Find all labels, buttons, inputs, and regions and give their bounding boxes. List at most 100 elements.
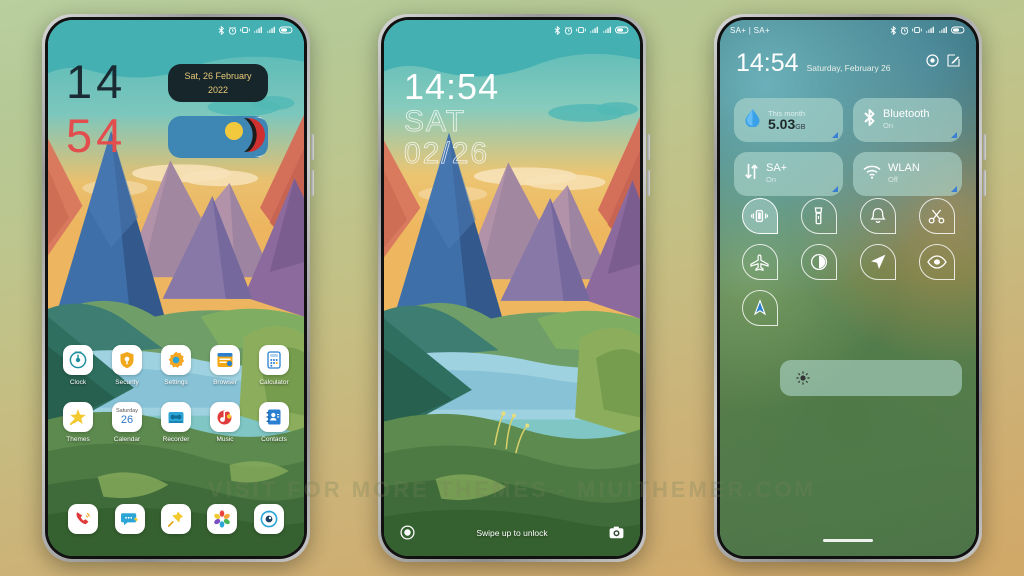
settings-icon[interactable] xyxy=(926,54,939,72)
lock-date: 02/26 xyxy=(404,137,490,170)
vibrate-toggle[interactable] xyxy=(741,198,778,234)
app-music[interactable]: Music xyxy=(203,402,247,443)
app-label: Browser xyxy=(213,379,237,386)
power-button[interactable] xyxy=(311,170,314,196)
app-clock[interactable]: Clock xyxy=(56,345,100,386)
carrier-label: SA+ | SA+ xyxy=(730,25,770,35)
calendar-icon: Saturday 26 xyxy=(112,402,142,432)
recorder-icon xyxy=(161,402,191,432)
camera-icon[interactable] xyxy=(609,525,624,540)
cc-time: 14:54 xyxy=(736,49,799,77)
tile-mobile-data[interactable]: SA+ On xyxy=(734,152,843,196)
date-widget[interactable]: Sat, 26 February 2022 xyxy=(168,64,268,102)
status-icons xyxy=(890,25,966,35)
eyecare-toggle[interactable] xyxy=(918,244,955,280)
signal-icon-1 xyxy=(254,26,262,33)
home-screen-display: 14 54 Sat, 26 February 2022 Clock Securi… xyxy=(48,20,304,556)
data-arrows-icon xyxy=(744,162,759,186)
battery-icon xyxy=(951,26,965,34)
flashlight-icon xyxy=(814,207,823,225)
status-bar-control: SA+ | SA+ xyxy=(720,20,976,40)
app-label: Themes xyxy=(66,436,90,443)
tile-title: Bluetooth xyxy=(883,108,930,120)
flashlight-toggle[interactable] xyxy=(800,198,837,234)
ringer-toggle[interactable] xyxy=(859,198,896,234)
app-recorder[interactable]: Recorder xyxy=(154,402,198,443)
control-center-display: SA+ | SA+ 14:54 Saturday, February 26 Th… xyxy=(720,20,976,556)
app-security[interactable]: Security xyxy=(105,345,149,386)
message-icon[interactable] xyxy=(114,504,145,534)
volume-button[interactable] xyxy=(311,134,314,160)
eye-icon xyxy=(926,255,947,269)
clock-widget[interactable]: 14 54 xyxy=(66,58,166,161)
signal-icon-1 xyxy=(926,26,934,33)
tile-unit: GB xyxy=(795,123,806,131)
app-browser[interactable]: Browser xyxy=(203,345,247,386)
weather-widget[interactable] xyxy=(168,116,268,158)
tile-value: 5.03 xyxy=(768,115,796,132)
signal-icon-2 xyxy=(603,26,611,33)
status-icons xyxy=(218,25,294,35)
app-calculator[interactable]: Calculator xyxy=(252,345,296,386)
phone-icon[interactable] xyxy=(68,504,99,534)
tile-bluetooth[interactable]: Bluetooth On xyxy=(853,98,962,142)
tile-data-usage[interactable]: This month 5.03GB xyxy=(734,98,843,142)
autorotate-toggle[interactable] xyxy=(741,290,778,326)
calculator-icon xyxy=(259,345,289,375)
flower-icon[interactable] xyxy=(207,504,238,534)
signal-icon-2 xyxy=(939,26,947,33)
weather-graphic xyxy=(225,117,268,157)
screenshot-toggle[interactable] xyxy=(918,198,955,234)
app-grid: Clock Security Settings Browser Calculat… xyxy=(48,345,304,459)
app-label: Contacts xyxy=(261,436,287,443)
power-button[interactable] xyxy=(983,170,986,196)
wifi-icon xyxy=(863,164,881,184)
vibrate-icon xyxy=(240,26,250,34)
home-indicator[interactable] xyxy=(823,539,873,542)
fingerprint-icon[interactable] xyxy=(400,525,415,540)
volume-button[interactable] xyxy=(983,134,986,160)
data-drop-icon xyxy=(744,108,761,132)
brightness-slider[interactable] xyxy=(780,360,962,396)
app-contacts[interactable]: Contacts xyxy=(252,402,296,443)
dock xyxy=(48,504,304,534)
app-label: Calendar xyxy=(113,436,141,443)
app-label: Settings xyxy=(164,379,188,386)
pin-icon[interactable] xyxy=(160,504,191,534)
music-icon xyxy=(210,402,240,432)
status-bar-home xyxy=(48,20,304,40)
airplane-icon xyxy=(750,253,769,271)
tile-state: Off xyxy=(888,175,898,184)
app-themes[interactable]: Themes xyxy=(56,402,100,443)
app-row-2: Themes Saturday 26 Calendar Recorder Mus… xyxy=(56,402,296,443)
tile-corner-marker xyxy=(951,186,957,192)
quick-setting-tiles: This month 5.03GB Bluetooth On SA+ On WL… xyxy=(734,98,962,196)
date-line-1: Sat, 26 February xyxy=(184,71,252,81)
camera-lens-icon[interactable] xyxy=(253,504,284,534)
browser-icon xyxy=(210,345,240,375)
contacts-icon xyxy=(259,402,289,432)
clock-hours: 14 xyxy=(66,55,127,108)
tile-corner-marker xyxy=(951,132,957,138)
signal-icon-2 xyxy=(267,26,275,33)
app-calendar[interactable]: Saturday 26 Calendar xyxy=(105,402,149,443)
volume-button[interactable] xyxy=(647,134,650,160)
phone-home-screen: 14 54 Sat, 26 February 2022 Clock Securi… xyxy=(42,14,314,562)
power-button[interactable] xyxy=(647,170,650,196)
darkmode-toggle[interactable] xyxy=(800,244,837,280)
bluetooth-icon xyxy=(863,108,876,132)
alarm-icon xyxy=(900,26,909,35)
lock-time: 14:54 xyxy=(404,66,500,107)
location-toggle[interactable] xyxy=(859,244,896,280)
app-settings[interactable]: Settings xyxy=(154,345,198,386)
vibrate-icon xyxy=(751,209,768,223)
tile-title: WLAN xyxy=(888,162,920,174)
alarm-icon xyxy=(564,26,573,35)
airplane-toggle[interactable] xyxy=(741,244,778,280)
app-label: Security xyxy=(115,379,139,386)
tile-wlan[interactable]: WLAN Off xyxy=(853,152,962,196)
edit-icon[interactable] xyxy=(947,54,960,72)
cc-date: Saturday, February 26 xyxy=(806,63,891,73)
vibrate-icon xyxy=(912,26,922,34)
bluetooth-icon xyxy=(218,25,225,35)
